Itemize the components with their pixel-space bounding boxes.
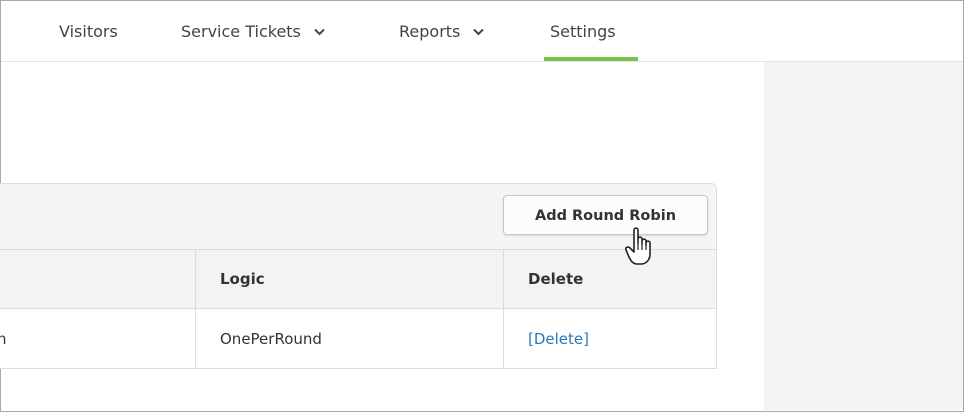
nav-reports-label: Reports bbox=[399, 22, 461, 41]
nav-visitors-label: Visitors bbox=[59, 22, 118, 41]
nav-settings-label: Settings bbox=[550, 22, 616, 41]
cell-delete: [Delete] bbox=[504, 309, 716, 368]
panel-header: Add Round Robin bbox=[0, 184, 716, 250]
delete-link[interactable]: [Delete] bbox=[528, 330, 589, 348]
nav-reports[interactable]: Reports bbox=[399, 0, 485, 62]
nav-service-tickets[interactable]: Service Tickets bbox=[181, 1, 325, 61]
top-navigation: Visitors Service Tickets Reports Setting… bbox=[1, 1, 963, 62]
nav-visitors[interactable]: Visitors bbox=[59, 1, 118, 61]
table-row: n OnePerRound [Delete] bbox=[0, 309, 716, 368]
nav-settings[interactable]: Settings bbox=[550, 1, 616, 61]
column-header-delete: Delete bbox=[528, 270, 584, 288]
chevron-down-icon bbox=[473, 0, 485, 62]
cell-name-text: n bbox=[0, 330, 7, 348]
active-tab-indicator bbox=[544, 57, 638, 61]
nav-service-tickets-label: Service Tickets bbox=[181, 22, 301, 41]
column-header-logic: Logic bbox=[196, 250, 504, 308]
table-header-row: Logic Delete bbox=[0, 250, 716, 309]
cell-name: n bbox=[0, 309, 196, 368]
column-header-name bbox=[0, 250, 196, 308]
add-round-robin-button[interactable]: Add Round Robin bbox=[503, 195, 708, 235]
right-side-panel bbox=[764, 62, 963, 410]
round-robin-panel: Add Round Robin Logic Delete n OnePerRou… bbox=[0, 183, 717, 369]
chevron-down-icon bbox=[314, 0, 325, 62]
cell-logic: OnePerRound bbox=[196, 309, 504, 368]
